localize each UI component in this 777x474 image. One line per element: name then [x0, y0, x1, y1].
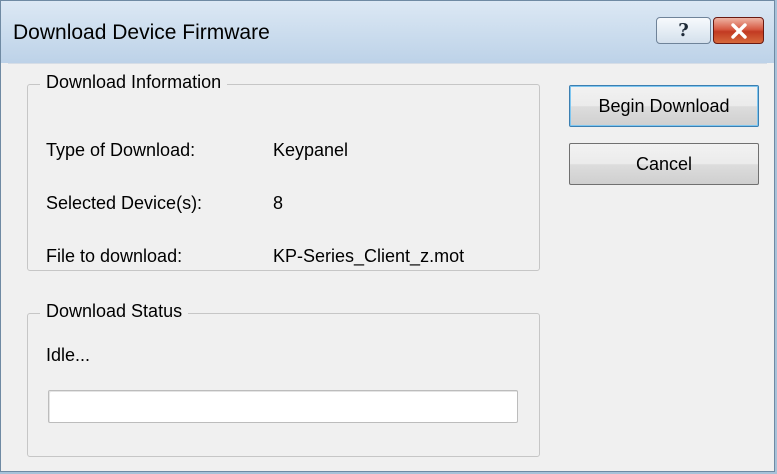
selected-devices-value: 8 — [273, 193, 284, 213]
file-to-download-label: File to download: — [46, 246, 183, 266]
download-information-legend: Download Information — [40, 72, 228, 93]
close-button[interactable] — [713, 17, 764, 44]
download-progress-bar — [48, 390, 518, 423]
cancel-button[interactable]: Cancel — [569, 143, 759, 185]
download-status-group: Download Status Idle... — [27, 301, 540, 457]
download-status-legend: Download Status — [40, 301, 189, 322]
selected-devices-label: Selected Device(s): — [46, 193, 203, 213]
help-icon: ? — [678, 20, 689, 41]
download-information-group: Download Information Type of Download: K… — [27, 72, 540, 271]
file-to-download-value: KP-Series_Client_z.mot — [273, 246, 465, 266]
status-text: Idle... — [46, 345, 91, 365]
begin-download-button[interactable]: Begin Download — [569, 85, 759, 127]
dialog-body: Download Information Type of Download: K… — [8, 63, 767, 464]
window-title: Download Device Firmware — [13, 21, 270, 44]
type-of-download-label: Type of Download: — [46, 140, 196, 160]
help-button[interactable]: ? — [656, 17, 711, 44]
title-bar[interactable]: Download Device Firmware ? — [1, 1, 774, 63]
close-icon — [730, 22, 747, 39]
dialog-window: Download Device Firmware ? Download Info… — [0, 0, 775, 472]
type-of-download-value: Keypanel — [273, 140, 349, 160]
